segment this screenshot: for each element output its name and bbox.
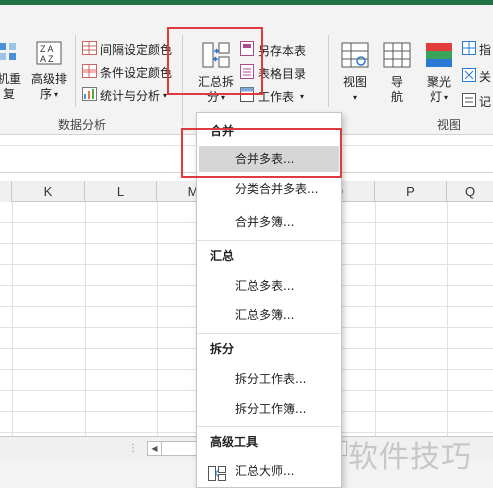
- spotlight-icon: [425, 42, 453, 72]
- group-label-data-analysis: 数据分析: [58, 118, 107, 132]
- stats-analysis-button[interactable]: 统计与分析 ▾: [82, 87, 167, 104]
- navigate-label-2: 航: [390, 90, 403, 104]
- grid-line: [375, 202, 376, 436]
- svg-text:A Z: A Z: [40, 54, 54, 64]
- right-partial-label-1: 指: [479, 43, 492, 57]
- condition-grid-icon: [82, 64, 97, 81]
- grid-line: [157, 202, 158, 436]
- right-partial-label-3: 记: [479, 95, 492, 109]
- highlight-box-ribbon: [167, 27, 263, 95]
- advanced-sort-label: 高级排: [30, 72, 67, 86]
- sort-az-icon: Z A A Z: [36, 41, 62, 69]
- navigate-button[interactable]: 导 航: [380, 42, 414, 105]
- menu-item-summary-master[interactable]: 汇总大师...: [197, 458, 341, 484]
- chevron-down-icon: ▾: [300, 91, 305, 101]
- record-icon: [462, 93, 476, 110]
- right-partial-button-3[interactable]: 记: [462, 93, 491, 110]
- menu-item-summary-workbooks[interactable]: 汇总多簿...: [197, 302, 341, 328]
- spotlight-label-2: 灯: [429, 90, 442, 104]
- dedupe-icon: [0, 41, 20, 69]
- group-label-view: 视图: [437, 118, 462, 132]
- chevron-down-icon: ▾: [352, 93, 357, 102]
- ribbon-button-label-2: 复: [2, 87, 15, 101]
- grid-color-icon: [82, 41, 97, 58]
- ribbon-separator: [328, 35, 329, 107]
- tab-split-handle[interactable]: ⋮: [128, 443, 139, 454]
- view-grid-icon: [341, 42, 369, 72]
- summary-master-label: 汇总大师...: [235, 464, 295, 478]
- menu-item-category-merge-sheets[interactable]: 分类合并多表...: [197, 176, 341, 202]
- chevron-down-icon: ▾: [444, 93, 449, 102]
- column-header-k[interactable]: K: [12, 181, 85, 202]
- menu-header-advanced-tools: 高级工具: [210, 435, 259, 449]
- view-label: 视图: [342, 75, 367, 89]
- advanced-sort-label-2: 序: [39, 87, 52, 101]
- right-partial-button-1[interactable]: 指: [462, 41, 491, 58]
- interval-color-button[interactable]: 间隔设定颜色: [82, 41, 172, 58]
- navigate-label: 导: [390, 75, 403, 89]
- watermark-text: 软件技巧: [348, 440, 472, 475]
- grid-line: [12, 202, 13, 436]
- column-header-l[interactable]: L: [85, 181, 157, 202]
- ribbon-button-dedupe[interactable]: 机重 复: [0, 41, 24, 102]
- row-header-corner: [0, 181, 12, 202]
- spotlight-button[interactable]: 聚光 灯 ▾: [420, 42, 458, 105]
- navigate-grid-icon: [383, 42, 411, 72]
- ribbon-separator: [75, 35, 76, 107]
- pin-grid-icon: [462, 41, 476, 58]
- ribbon-button-label: 机重: [0, 72, 21, 86]
- right-partial-button-2[interactable]: 关: [462, 68, 491, 85]
- advanced-sort-button[interactable]: Z A A Z 高级排 序 ▾: [27, 41, 71, 102]
- spotlight-label: 聚光: [426, 75, 451, 89]
- chevron-down-icon: ▾: [54, 90, 59, 99]
- stats-grid-icon: [82, 87, 97, 104]
- menu-header-split: 拆分: [210, 342, 235, 356]
- condition-color-label: 条件设定颜色: [100, 66, 173, 80]
- menu-separator: [197, 333, 341, 334]
- menu-item-split-worksheet[interactable]: 拆分工作表...: [197, 366, 341, 392]
- grid-line: [447, 202, 448, 436]
- view-button[interactable]: 视图 ▾: [336, 42, 374, 105]
- right-partial-label-2: 关: [479, 70, 492, 84]
- interval-color-label: 间隔设定颜色: [100, 43, 173, 57]
- highlight-box-menu: [181, 128, 342, 178]
- worksheet-label: 工作表: [258, 89, 295, 104]
- menu-item-merge-workbooks[interactable]: 合并多簿...: [197, 209, 341, 235]
- column-header-q[interactable]: Q: [447, 181, 493, 202]
- menu-separator: [197, 426, 341, 427]
- condition-color-button[interactable]: 条件设定颜色: [82, 64, 172, 81]
- column-header-p[interactable]: P: [375, 181, 447, 202]
- svg-text:Z A: Z A: [40, 44, 54, 54]
- stats-analysis-label: 统计与分析: [100, 89, 161, 103]
- scroll-left-icon[interactable]: ◀: [148, 442, 162, 455]
- menu-item-split-workbook[interactable]: 拆分工作簿...: [197, 396, 341, 422]
- save-sheet-label: 另存本表: [258, 43, 307, 58]
- menu-header-summary: 汇总: [210, 249, 235, 263]
- table-directory-label: 表格目录: [258, 66, 307, 81]
- menu-item-summary-sheets[interactable]: 汇总多表...: [197, 273, 341, 299]
- summary-master-icon: [208, 464, 226, 488]
- close-grid-icon: [462, 68, 476, 85]
- grid-line: [85, 202, 86, 436]
- menu-separator: [197, 240, 341, 241]
